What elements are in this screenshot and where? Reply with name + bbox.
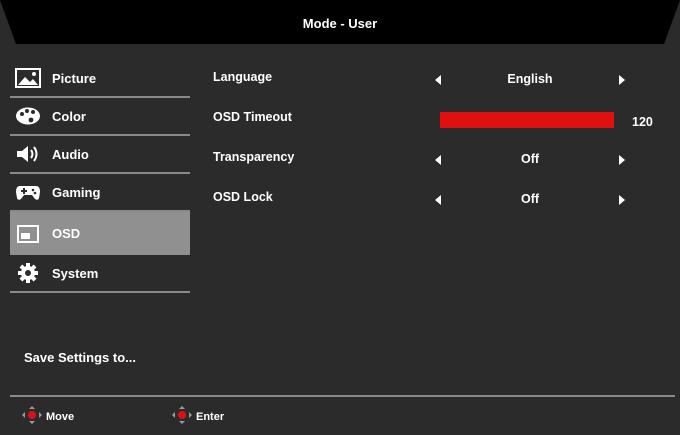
sidebar-item-label: Color bbox=[52, 108, 86, 124]
sidebar-item-label: Gaming bbox=[52, 184, 101, 200]
sidebar-item-picture[interactable]: Picture bbox=[10, 60, 190, 98]
speaker-icon bbox=[14, 142, 42, 166]
sidebar-item-gaming[interactable]: Gaming bbox=[10, 174, 190, 212]
picture-icon bbox=[14, 66, 42, 90]
left-arrow-icon[interactable] bbox=[435, 75, 441, 85]
setting-language[interactable]: Language English bbox=[213, 60, 668, 100]
right-arrow-icon[interactable] bbox=[619, 155, 625, 165]
setting-transparency[interactable]: Transparency Off bbox=[213, 140, 668, 180]
setting-label: Language bbox=[213, 70, 273, 84]
title-bar: Mode - User bbox=[0, 0, 680, 46]
enter-hint: Enter bbox=[170, 405, 224, 428]
gear-icon bbox=[14, 261, 42, 285]
left-arrow-icon[interactable] bbox=[435, 195, 441, 205]
osd-timeout-slider-fill bbox=[440, 112, 614, 128]
sidebar-item-label: OSD bbox=[52, 226, 81, 241]
left-arrow-icon[interactable] bbox=[435, 155, 441, 165]
osd-settings-panel: Language English OSD Timeout Transparenc… bbox=[213, 60, 668, 220]
sidebar-item-system[interactable]: System bbox=[10, 255, 190, 293]
sidebar-item-color[interactable]: Color bbox=[10, 98, 190, 136]
save-settings-button[interactable]: Save Settings to... bbox=[24, 350, 136, 365]
setting-label: Transparency bbox=[213, 150, 295, 164]
right-arrow-icon[interactable] bbox=[619, 75, 625, 85]
sidebar-item-label: Audio bbox=[52, 146, 89, 162]
joystick-move-icon bbox=[20, 405, 44, 428]
osd-timeout-slider[interactable] bbox=[440, 112, 614, 128]
gamepad-icon bbox=[14, 180, 42, 204]
setting-osd-lock[interactable]: OSD Lock Off bbox=[213, 180, 668, 220]
move-hint: Move bbox=[20, 405, 74, 428]
enter-hint-label: Enter bbox=[196, 410, 225, 423]
sidebar-item-osd[interactable]: OSD bbox=[10, 212, 190, 255]
sidebar-item-label: Picture bbox=[52, 70, 97, 86]
palette-icon bbox=[14, 104, 42, 128]
setting-value: English bbox=[507, 72, 553, 86]
sidebar: Picture Color Audio Gaming OSD System bbox=[10, 60, 190, 293]
osd-timeout-value: 120 bbox=[632, 115, 653, 129]
setting-label: OSD Timeout bbox=[213, 110, 292, 124]
footer-hints: Move Enter bbox=[0, 400, 680, 435]
sidebar-item-audio[interactable]: Audio bbox=[10, 136, 190, 174]
setting-value: Off bbox=[520, 192, 540, 206]
joystick-enter-icon bbox=[170, 405, 194, 428]
osd-window-icon bbox=[14, 222, 42, 246]
sidebar-item-label: System bbox=[52, 265, 99, 281]
footer-divider bbox=[10, 395, 675, 397]
setting-label: OSD Lock bbox=[213, 190, 273, 204]
right-arrow-icon[interactable] bbox=[619, 195, 625, 205]
setting-value: Off bbox=[520, 152, 540, 166]
page-title: Mode - User bbox=[302, 16, 378, 31]
move-hint-label: Move bbox=[46, 410, 75, 423]
